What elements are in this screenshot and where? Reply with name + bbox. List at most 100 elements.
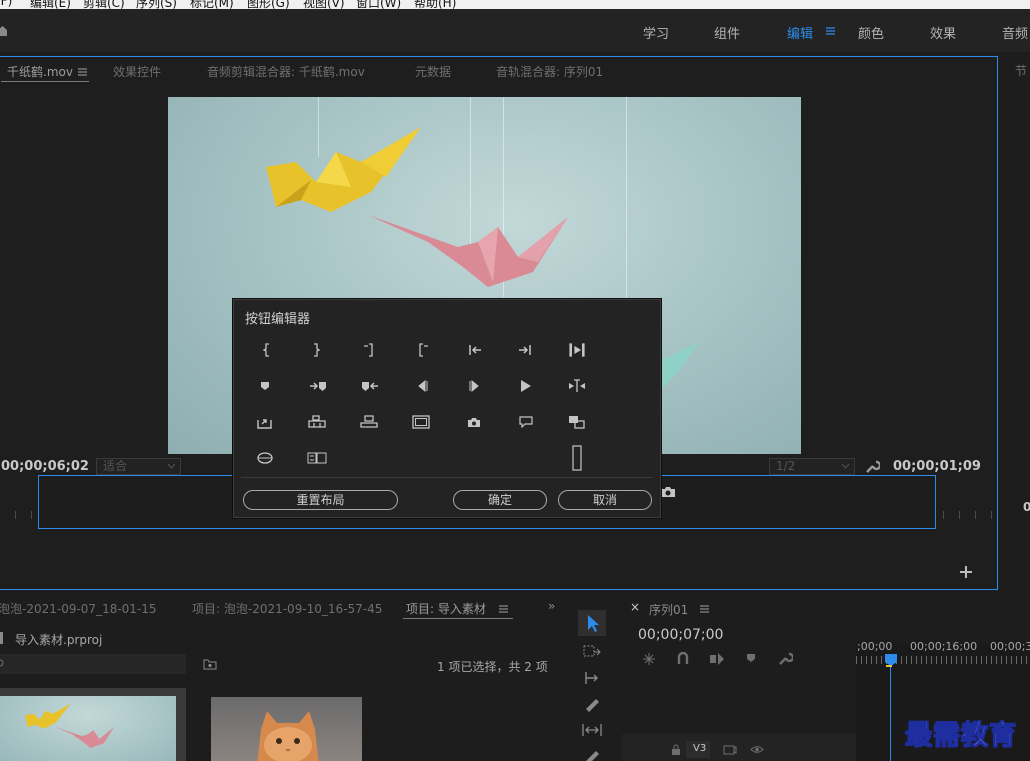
menu-window[interactable]: 窗口(W) [356, 0, 401, 9]
menu-clip[interactable]: 剪辑(C) [83, 0, 125, 9]
fit-zoom-select[interactable]: 适合 [96, 458, 181, 475]
ripple-edit-tool-icon[interactable] [583, 670, 601, 688]
comparison-view-icon[interactable] [304, 447, 330, 469]
add-button-icon[interactable] [959, 565, 973, 579]
thumbnail-image [0, 696, 176, 761]
workspace-tab-learn[interactable]: 学习 [643, 23, 669, 42]
ruler-label: ;00;00 [857, 640, 893, 653]
button-editor-dialog: 按钮编辑器 重置布局 确定 取消 [232, 298, 662, 519]
add-marker-icon[interactable] [252, 375, 278, 397]
linked-selection-icon[interactable] [709, 652, 725, 666]
mark-clip-out-icon[interactable] [356, 339, 382, 361]
pen-tool-icon[interactable] [584, 749, 600, 761]
razor-tool-icon[interactable] [583, 696, 601, 712]
mark-out-icon[interactable] [303, 339, 329, 361]
fit-zoom-value: 适合 [103, 459, 128, 473]
slip-tool-icon[interactable] [581, 722, 603, 738]
extract-icon[interactable] [356, 411, 382, 433]
mark-in-icon[interactable] [254, 339, 280, 361]
selection-status: 1 项已选择，共 2 项 [437, 660, 548, 674]
duration-timecode: 00;00;01;09 [893, 459, 981, 474]
go-to-in-icon[interactable] [462, 339, 488, 361]
selection-tool-icon[interactable] [578, 610, 606, 636]
workspace-tab-assembly[interactable]: 组件 [714, 23, 740, 42]
sequence-timecode[interactable]: 00;00;07;00 [638, 627, 723, 643]
lift-icon[interactable] [304, 411, 330, 433]
project-search-input[interactable] [0, 654, 186, 674]
snap-icon[interactable] [676, 652, 690, 666]
home-icon[interactable] [0, 26, 7, 36]
track-label: V3 [693, 743, 707, 754]
sync-lock-icon[interactable] [723, 745, 737, 755]
tab-audio-clip-mixer[interactable]: 音频剪辑混合器: 千纸鹤.mov [207, 63, 365, 80]
panel-menu-icon[interactable] [78, 68, 87, 76]
menu-marker[interactable]: 标记(M) [190, 0, 234, 9]
project-item-cat-thumbnail[interactable] [211, 697, 362, 761]
vr-video-icon[interactable] [252, 447, 278, 469]
in-marker [886, 665, 892, 667]
resolution-select[interactable]: 1/2 [769, 458, 855, 475]
step-back-icon[interactable] [409, 375, 435, 397]
project-filename: 导入素材.prproj [15, 633, 103, 647]
camera-icon[interactable] [461, 411, 487, 433]
pink-crane-image [55, 726, 115, 748]
export-frame-icon[interactable] [252, 411, 278, 433]
tab-source-clip[interactable]: 千纸鹤.mov [7, 63, 73, 80]
play-in-to-out-icon[interactable] [564, 339, 590, 361]
workspace-menu-icon[interactable] [826, 27, 835, 35]
menu-sequence[interactable]: 序列(S) [136, 0, 177, 9]
new-bin-icon[interactable] [203, 659, 217, 670]
menu-graphics[interactable]: 图形(G) [247, 0, 290, 9]
wrench-icon[interactable] [778, 651, 793, 666]
playhead-timecode[interactable]: 00;00;06;02 [1, 459, 89, 474]
project-item-crane-thumbnail[interactable] [0, 688, 186, 761]
lock-icon[interactable] [671, 744, 681, 755]
active-tab-underline [1, 81, 89, 82]
tab-project-2[interactable]: 项目: 泡泡-2021-09-10_16-57-45 [192, 600, 382, 617]
tab-effect-controls[interactable]: 效果控件 [113, 63, 161, 80]
cat-image [257, 711, 319, 761]
tab-metadata[interactable]: 元数据 [415, 63, 451, 80]
step-forward-icon[interactable] [462, 375, 488, 397]
expand-panels-icon[interactable]: » [548, 599, 555, 613]
workspace-tab-effects[interactable]: 效果 [930, 23, 956, 42]
add-marker-icon[interactable] [746, 653, 756, 663]
go-to-out-icon[interactable] [512, 339, 538, 361]
multi-camera-icon[interactable] [564, 411, 590, 433]
track-target-v3[interactable]: V3 [686, 741, 710, 758]
go-to-next-marker-icon[interactable] [305, 375, 331, 397]
workspace-tab-editing[interactable]: 编辑 [787, 23, 813, 42]
panel-menu-icon[interactable] [700, 605, 709, 613]
wrench-icon[interactable] [865, 459, 880, 474]
right-panel-tab[interactable]: 节 [1015, 62, 1027, 79]
workspace-tab-audio[interactable]: 音频 [1002, 23, 1028, 42]
reset-layout-button[interactable]: 重置布局 [243, 490, 398, 510]
separator-icon[interactable] [564, 444, 590, 472]
ok-button[interactable]: 确定 [453, 490, 547, 510]
eye-icon[interactable] [750, 745, 764, 754]
ruler-ticks [856, 656, 1030, 664]
tab-project-import[interactable]: 项目: 导入素材 [406, 600, 486, 617]
safe-margins-icon[interactable] [408, 411, 434, 433]
right-panel-edge-digit: 0 [1023, 500, 1030, 514]
close-icon[interactable]: × [630, 600, 640, 614]
mark-clip-in-icon[interactable] [410, 339, 436, 361]
project-panel: 泡泡-2021-09-07_18-01-15 项目: 泡泡-2021-09-10… [0, 594, 565, 761]
menu-help[interactable]: 帮助(H) [414, 0, 456, 9]
panel-menu-icon[interactable] [499, 605, 508, 613]
comment-icon[interactable] [513, 411, 539, 433]
play-icon[interactable] [513, 375, 539, 397]
go-to-previous-marker-icon[interactable] [357, 375, 383, 397]
cancel-button[interactable]: 取消 [558, 490, 652, 510]
menu-file[interactable]: (F) [0, 0, 12, 8]
dialog-divider [241, 477, 653, 478]
menu-edit[interactable]: 编辑(E) [30, 0, 71, 9]
track-select-tool-icon[interactable] [583, 644, 601, 660]
play-around-icon[interactable] [564, 375, 590, 397]
nest-toggle-icon[interactable] [642, 652, 656, 666]
sequence-tab[interactable]: 序列01 [649, 601, 688, 618]
workspace-tab-color[interactable]: 颜色 [858, 23, 884, 42]
tab-project-1[interactable]: 泡泡-2021-09-07_18-01-15 [0, 600, 157, 617]
tab-audio-track-mixer[interactable]: 音轨混合器: 序列01 [496, 63, 603, 80]
menu-view[interactable]: 视图(V) [303, 0, 345, 9]
